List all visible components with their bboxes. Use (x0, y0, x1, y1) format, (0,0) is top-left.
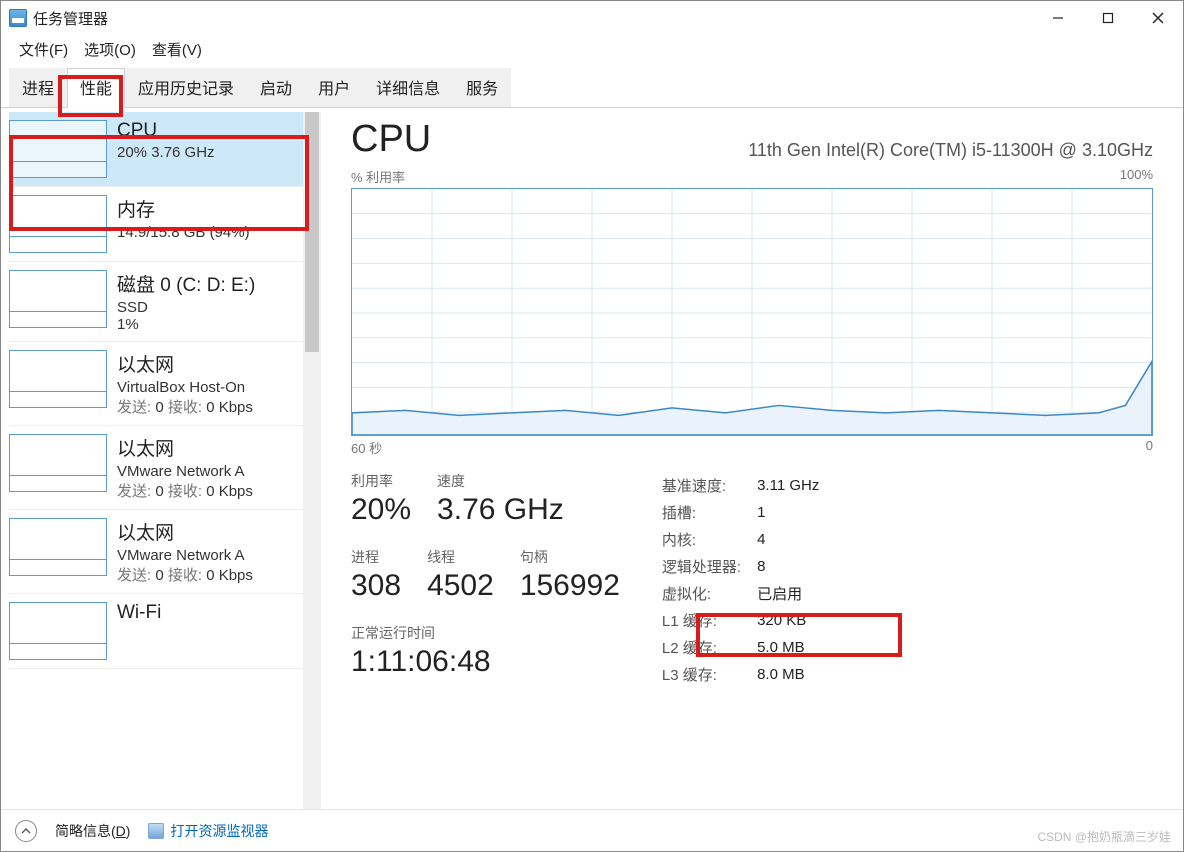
metric-title: CPU (351, 118, 431, 161)
tab-users[interactable]: 用户 (305, 68, 363, 107)
tab-processes[interactable]: 进程 (9, 68, 67, 107)
detail-value: 8.0 MB (757, 662, 833, 687)
mini-chart (9, 434, 107, 492)
scrollbar-thumb[interactable] (305, 112, 319, 352)
sidebar-item[interactable]: 磁盘 0 (C: D: E:)SSD1% (9, 262, 309, 342)
mini-chart (9, 602, 107, 660)
menu-view[interactable]: 查看(V) (144, 37, 210, 62)
sidebar-item[interactable]: Wi-Fi (9, 594, 309, 669)
sidebar-item[interactable]: 以太网VirtualBox Host-On发送: 0 接收: 0 Kbps (9, 342, 309, 426)
maximize-button[interactable] (1083, 3, 1133, 33)
sidebar-scrollbar[interactable] (303, 112, 321, 810)
tab-app-history[interactable]: 应用历史记录 (125, 68, 247, 107)
menu-file[interactable]: 文件(F) (11, 37, 76, 62)
sidebar-item[interactable]: CPU20% 3.76 GHz (9, 112, 309, 187)
detail-value: 320 KB (757, 608, 833, 633)
mini-chart (9, 195, 107, 253)
title-bar: 任务管理器 (1, 1, 1183, 35)
fewer-details-link[interactable]: 简略信息(D) (55, 821, 130, 841)
stat-value: 156992 (520, 569, 620, 603)
app-icon (9, 9, 27, 27)
stat-label: 利用率 (351, 471, 411, 491)
minimize-button[interactable] (1033, 3, 1083, 33)
sidebar-item[interactable]: 以太网VMware Network A发送: 0 接收: 0 Kbps (9, 510, 309, 594)
window-title: 任务管理器 (33, 8, 108, 29)
mini-chart (9, 350, 107, 408)
stat-label: 线程 (427, 547, 494, 567)
tab-performance[interactable]: 性能 (67, 68, 125, 108)
cpu-usage-chart[interactable] (351, 188, 1153, 436)
tab-details[interactable]: 详细信息 (363, 68, 453, 107)
detail-key: L3 缓存: (662, 662, 755, 687)
mini-chart (9, 518, 107, 576)
uptime-value: 1:11:06:48 (351, 645, 620, 679)
footer-bar: 简略信息(D) 打开资源监视器 (1, 809, 1183, 851)
detail-key: 虚拟化: (662, 581, 755, 606)
detail-value: 1 (757, 500, 833, 525)
chart-label-top-right: 100% (1120, 167, 1153, 186)
detail-key: 插槽: (662, 500, 755, 525)
detail-value: 4 (757, 527, 833, 552)
stat-value: 4502 (427, 569, 494, 603)
menu-bar: 文件(F) 选项(O) 查看(V) (1, 35, 1183, 68)
detail-key: L2 缓存: (662, 635, 755, 660)
mini-chart (9, 120, 107, 178)
content-area: CPU20% 3.76 GHz 内存14.9/15.8 GB (94%) 磁盘 … (1, 108, 1183, 814)
chart-label-top-left: % 利用率 (351, 167, 405, 186)
performance-sidebar: CPU20% 3.76 GHz 内存14.9/15.8 GB (94%) 磁盘 … (1, 108, 321, 814)
stat-value: 308 (351, 569, 401, 603)
resmon-icon (148, 823, 164, 839)
main-panel: CPU 11th Gen Intel(R) Core(TM) i5-11300H… (321, 108, 1183, 814)
stat-label: 进程 (351, 547, 401, 567)
stat-value: 3.76 GHz (437, 493, 564, 527)
close-button[interactable] (1133, 3, 1183, 33)
cpu-details: 基准速度:3.11 GHz插槽:1内核:4逻辑处理器:8虚拟化:已启用L1 缓存… (660, 471, 835, 689)
detail-key: 内核: (662, 527, 755, 552)
window-controls (1033, 3, 1183, 33)
detail-value: 3.11 GHz (757, 473, 833, 498)
stat-label: 速度 (437, 471, 564, 491)
mini-chart (9, 270, 107, 328)
cpu-model: 11th Gen Intel(R) Core(TM) i5-11300H @ 3… (748, 140, 1153, 161)
open-resmon-link[interactable]: 打开资源监视器 (148, 821, 268, 841)
sidebar-item[interactable]: 内存14.9/15.8 GB (94%) (9, 187, 309, 262)
stat-value: 20% (351, 493, 411, 527)
tab-services[interactable]: 服务 (453, 68, 511, 107)
detail-value: 已启用 (757, 581, 833, 606)
uptime-label: 正常运行时间 (351, 623, 620, 643)
detail-key: L1 缓存: (662, 608, 755, 633)
detail-value: 8 (757, 554, 833, 579)
tab-strip: 进程 性能 应用历史记录 启动 用户 详细信息 服务 (1, 68, 1183, 108)
tab-startup[interactable]: 启动 (247, 68, 305, 107)
chart-label-bottom-right: 0 (1146, 438, 1153, 457)
menu-options[interactable]: 选项(O) (76, 37, 144, 62)
sidebar-item[interactable]: 以太网VMware Network A发送: 0 接收: 0 Kbps (9, 426, 309, 510)
detail-key: 基准速度: (662, 473, 755, 498)
watermark: CSDN @抱奶瓶滴三岁娃 (1037, 828, 1171, 845)
stat-label: 句柄 (520, 547, 620, 567)
chevron-up-icon[interactable] (15, 820, 37, 842)
chart-label-bottom-left: 60 秒 (351, 438, 382, 457)
detail-key: 逻辑处理器: (662, 554, 755, 579)
detail-value: 5.0 MB (757, 635, 833, 660)
